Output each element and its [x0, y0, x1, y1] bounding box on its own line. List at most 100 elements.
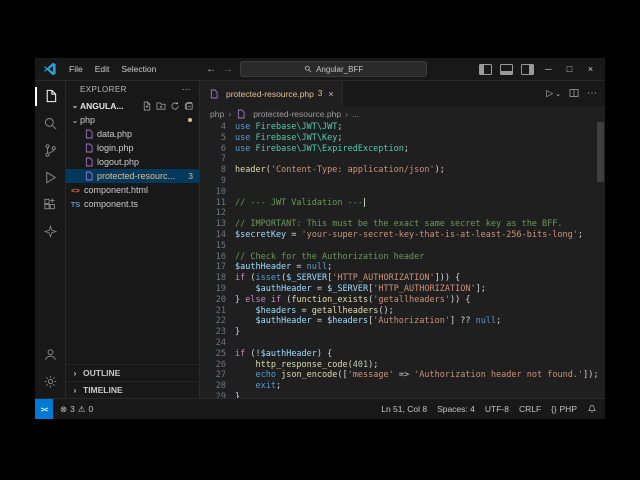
explorer-title: EXPLORER	[80, 85, 127, 94]
line-number: 20	[215, 294, 226, 305]
menu-bar: File Edit Selection	[63, 64, 162, 74]
tab-close-icon[interactable]: ×	[328, 89, 333, 99]
line-number: 9	[220, 175, 226, 186]
explorer-icon[interactable]	[35, 83, 65, 110]
tree-item-logout-php[interactable]: logout.php	[66, 155, 199, 169]
editor-scrollbar[interactable]	[597, 122, 604, 182]
new-file-icon[interactable]	[142, 101, 152, 111]
line-number: 10	[215, 186, 226, 197]
search-view-icon[interactable]	[35, 110, 65, 137]
code-line: 18 if (isset($_SERVER['HTTP_AUTHORIZATION…	[200, 273, 605, 284]
problems-badge: 3	[188, 171, 193, 181]
source-control-icon[interactable]	[35, 137, 65, 164]
line-number: 29	[215, 391, 226, 398]
vscode-logo-icon	[43, 62, 56, 76]
code-text: }	[235, 391, 241, 398]
account-icon[interactable]	[35, 341, 65, 368]
error-icon: ⊗	[60, 403, 68, 414]
section-label: TIMELINE	[83, 385, 123, 395]
extensions-icon[interactable]	[35, 191, 65, 218]
code-editor[interactable]: 4 use Firebase\JWT\JWT; 5 use Firebase\JWT\…	[200, 122, 605, 398]
tree-item-data-php[interactable]: data.php	[66, 127, 199, 141]
code-text: use Firebase\JWT\Key;	[235, 132, 343, 143]
tree-item-php[interactable]: ⌄ php	[66, 113, 199, 127]
close-button[interactable]: ×	[584, 64, 597, 74]
tree-item-login-php[interactable]: login.php	[66, 141, 199, 155]
toggle-panel-icon[interactable]	[500, 63, 513, 75]
code-text: $authHeader = $headers['Authorization'] …	[255, 316, 502, 327]
tab-problems-badge: 3	[317, 89, 323, 98]
status-crlf[interactable]: CRLF	[519, 404, 541, 414]
tab-protected-resource[interactable]: protected-resource.php 3 ×	[200, 81, 343, 106]
toggle-sidebar-icon[interactable]	[479, 63, 492, 75]
command-center-text: Angular_BFF	[316, 64, 364, 74]
code-text: $headers = getallheaders();	[255, 305, 394, 316]
line-number: 12	[215, 208, 226, 219]
breadcrumb: php › protected-resource.php ›...	[200, 106, 605, 122]
code-line: 23}	[200, 327, 605, 338]
new-folder-icon[interactable]	[156, 101, 166, 111]
php-file-icon	[83, 129, 94, 139]
more-actions-icon[interactable]: ⋯	[587, 88, 597, 99]
chevron-right-icon: ›	[73, 385, 77, 395]
remote-indicator[interactable]: ><	[35, 399, 53, 419]
explorer-tree: ⌄ php data.php login.php logout.php protected…	[66, 113, 199, 211]
menu-file[interactable]: File	[63, 64, 89, 74]
problems-status[interactable]: ⊗ 3 ⚠ 0	[53, 404, 100, 415]
breadcrumb-item[interactable]: php	[210, 109, 224, 119]
minimize-button[interactable]: ─	[542, 64, 555, 74]
php-file-icon	[83, 143, 94, 153]
workspace-root[interactable]: ⌄ ANGULA...	[66, 98, 199, 113]
tab-bar: protected-resource.php 3 × ▷ ⌄ ⋯	[200, 81, 605, 106]
code-line: 21 $headers = getallheaders();	[200, 306, 605, 317]
breadcrumb-item[interactable]: protected-resource.php	[253, 109, 341, 119]
tree-item-protected-resourc[interactable]: protected-resourc... 3	[66, 169, 199, 183]
customize-layout-icon[interactable]	[521, 63, 534, 75]
settings-gear-icon[interactable]	[35, 368, 65, 395]
status-php[interactable]: {} PHP	[551, 404, 577, 414]
copilot-icon[interactable]	[35, 218, 65, 245]
chevron-down-icon: ⌄	[71, 101, 79, 110]
run-dropdown-icon[interactable]: ⌄	[555, 90, 561, 98]
code-line: 27 echo json_encode(['message' => 'Autho…	[200, 370, 605, 381]
tree-item-component-ts[interactable]: TS component.ts	[66, 197, 199, 211]
menu-edit[interactable]: Edit	[89, 64, 116, 74]
breadcrumb-item[interactable]: ...	[352, 109, 359, 119]
navigate-back-icon[interactable]: ←	[206, 64, 216, 75]
modified-dot	[188, 118, 192, 122]
status-spaces-4[interactable]: Spaces: 4	[437, 404, 475, 414]
activity-bar	[35, 81, 66, 398]
explorer-more-actions-icon[interactable]: ⋯	[182, 84, 191, 95]
notifications-bell-icon[interactable]	[587, 403, 597, 415]
tree-item-component-html[interactable]: <> component.html	[66, 183, 199, 197]
warning-icon: ⚠	[77, 403, 86, 414]
code-text: http_response_code(401);	[255, 359, 379, 370]
run-debug-icon[interactable]	[35, 164, 65, 191]
line-number: 27	[215, 370, 226, 381]
menu-selection[interactable]: Selection	[115, 64, 162, 74]
section-timeline[interactable]: › TIMELINE	[66, 381, 199, 398]
code-line: 20} else if (function_exists('getallhead…	[200, 295, 605, 306]
navigate-forward-icon[interactable]: →	[223, 64, 233, 75]
warning-count: 0	[88, 404, 94, 414]
braces-icon: {}	[551, 404, 557, 414]
refresh-icon[interactable]	[170, 101, 180, 111]
code-text: use Firebase\JWT\JWT;	[235, 122, 343, 132]
chevron-down-icon: ⌄	[71, 115, 79, 125]
line-number: 28	[215, 381, 226, 392]
ts-file-icon: TS	[70, 199, 81, 209]
code-text: $secretKey = 'your-super-secret-key-that…	[235, 229, 584, 240]
chevron-right-icon: ›	[345, 109, 349, 119]
status-ln-51-col-8[interactable]: Ln 51, Col 8	[381, 404, 427, 414]
maximize-button[interactable]: □	[563, 64, 576, 74]
section-outline[interactable]: › OUTLINE	[66, 364, 199, 381]
code-text: exit;	[255, 381, 282, 392]
code-line: 9	[200, 176, 605, 187]
run-button[interactable]: ▷	[546, 88, 553, 99]
command-center-search[interactable]: Angular_BFF	[240, 61, 428, 77]
split-editor-icon[interactable]	[569, 88, 579, 100]
status-utf-8[interactable]: UTF-8	[485, 404, 509, 414]
collapse-all-icon[interactable]	[184, 101, 194, 111]
code-text: // IMPORTANT: This must be the exact sam…	[235, 219, 563, 230]
php-file-icon	[83, 171, 94, 181]
